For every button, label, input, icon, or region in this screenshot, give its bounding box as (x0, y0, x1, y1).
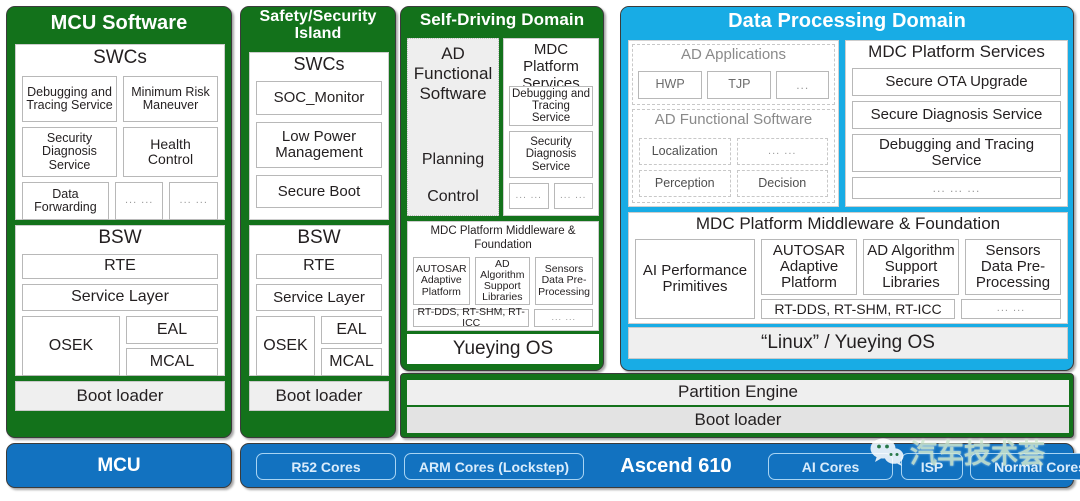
island-swc-box[interactable]: Secure Boot (256, 175, 382, 208)
island-rte-box[interactable]: RTE (256, 254, 382, 279)
island-mcal-box[interactable]: MCAL (321, 348, 382, 376)
dpd-middleware-box[interactable]: Sensors Data Pre-Processing (965, 239, 1061, 296)
sdd-middleware-title: MDC Platform Middleware & Foundation (430, 225, 576, 251)
dpd-adapp-box[interactable]: TJP (707, 71, 772, 99)
sdd-service-box[interactable]: Security Diagnosis Service (509, 131, 593, 178)
panel-mcu-software: MCU Software SWCs Debugging and Tracing … (6, 6, 232, 438)
island-swcs-group: SWCs SOC_Monitor Low Power Management Se… (249, 52, 389, 220)
bsw-osek-box[interactable]: OSEK (22, 316, 120, 376)
dpd-ad-applications-group: AD Applications HWP TJP ... (632, 44, 835, 105)
sdd-adfs-item[interactable]: Planning (408, 151, 498, 169)
dpd-middleware-group: MDC Platform Middleware & Foundation AI … (628, 212, 1068, 324)
swc-box[interactable]: Health Control (123, 127, 218, 177)
hw-chip-r52-cores[interactable]: R52 Cores (256, 453, 396, 480)
sdd-rt-placeholder[interactable]: ... ... (534, 309, 593, 327)
hw-chip-normal-cores[interactable]: Normal Cores (970, 453, 1080, 480)
island-service-layer-box[interactable]: Service Layer (256, 284, 382, 311)
dpd-adapps-title: AD Applications (680, 46, 787, 63)
dpd-rt-box[interactable]: RT-DDS, RT-SHM, RT-ICC (761, 299, 955, 319)
sdd-middleware-box[interactable]: AUTOSAR Adaptive Platform (413, 257, 470, 305)
dpd-service-box[interactable]: Secure OTA Upgrade (852, 68, 1061, 96)
mcu-bsw-group: BSW RTE Service Layer OSEK EAL MCAL (15, 225, 225, 376)
hardware-soc-label: Ascend 610 (620, 455, 732, 477)
panel-data-processing-domain: Data Processing Domain AD Applications H… (620, 6, 1074, 371)
dpd-adapp-box[interactable]: HWP (638, 71, 703, 99)
dpd-middleware-box[interactable]: AUTOSAR Adaptive Platform (761, 239, 857, 296)
sdd-service-placeholder[interactable]: ... ... (509, 183, 549, 209)
island-swc-box[interactable]: SOC_Monitor (256, 81, 382, 115)
sdd-mdc-platform-services-group: MDC Platform Services Debugging and Trac… (503, 38, 599, 216)
swc-box-placeholder[interactable]: ... ... (114, 182, 164, 220)
sdd-adfs-item[interactable]: Control (408, 188, 498, 206)
dpd-left-stack: AD Applications HWP TJP ... AD Functiona… (628, 40, 839, 207)
sdd-middleware-box[interactable]: AD Algorithm Support Libraries (474, 257, 531, 305)
bsw-service-layer-box[interactable]: Service Layer (22, 284, 218, 311)
swc-box[interactable]: Debugging and Tracing Service (22, 76, 117, 122)
dpd-adfs-box[interactable]: Localization (639, 138, 731, 165)
island-swcs-title: SWCs (293, 54, 345, 74)
island-bsw-title: BSW (297, 227, 341, 248)
dpd-adfs-box[interactable]: Perception (639, 170, 731, 197)
hardware-bar-mcu: MCU (6, 443, 232, 488)
dpd-ai-primitives-box[interactable]: AI Performance Primitives (635, 239, 755, 319)
mcu-swcs-title: SWCs (93, 47, 147, 68)
architecture-diagram: MCU Software SWCs Debugging and Tracing … (0, 0, 1080, 501)
sdd-ad-functional-software-group: AD Functional Software Planning Control (407, 38, 499, 216)
sdd-rt-box[interactable]: RT-DDS, RT-SHM, RT-ICC (413, 306, 530, 329)
safety-island-header: Safety/Security Island (241, 7, 395, 53)
panel-shared-bottom: Partition Engine Boot loader (400, 373, 1074, 438)
hw-chip-isp[interactable]: ISP (901, 453, 963, 480)
sdd-middleware-group: MDC Platform Middleware & Foundation AUT… (407, 221, 599, 331)
hardware-bar-soc: R52 Cores ARM Cores (Lockstep) Ascend 61… (240, 443, 1080, 488)
dpd-os-box[interactable]: “Linux” / Yueying OS (628, 327, 1068, 359)
sdd-mdcps-title: MDC Platform Services (522, 41, 580, 92)
panel-self-driving-domain: Self-Driving Domain AD Functional Softwa… (400, 6, 604, 371)
dpd-middleware-box[interactable]: AD Algorithm Support Libraries (863, 239, 959, 296)
data-processing-domain-header: Data Processing Domain (621, 7, 1073, 35)
partition-engine-box[interactable]: Partition Engine (407, 380, 1069, 405)
island-eal-box[interactable]: EAL (321, 316, 382, 344)
dpd-adapp-placeholder[interactable]: ... (776, 71, 830, 99)
bsw-mcal-box[interactable]: MCAL (126, 348, 218, 376)
swc-box[interactable]: Minimum Risk Maneuver (123, 76, 218, 122)
dpd-service-box[interactable]: Debugging and Tracing Service (852, 134, 1061, 172)
island-bsw-group: BSW RTE Service Layer OSEK EAL MCAL (249, 225, 389, 376)
island-osek-box[interactable]: OSEK (256, 316, 316, 376)
dpd-adfs-box[interactable]: Decision (736, 170, 828, 197)
self-driving-domain-header: Self-Driving Domain (401, 7, 603, 33)
panel-safety-security-island: Safety/Security Island SWCs SOC_Monitor … (240, 6, 396, 438)
dpd-adfs-title: AD Functional Software (654, 111, 813, 128)
dpd-middleware-title: MDC Platform Middleware & Foundation (695, 214, 1001, 233)
bsw-eal-box[interactable]: EAL (126, 316, 218, 344)
swc-box[interactable]: Data Forwarding (22, 182, 109, 220)
shared-boot-loader-box[interactable]: Boot loader (407, 407, 1069, 433)
mcu-swcs-group: SWCs Debugging and Tracing Service Minim… (15, 44, 225, 220)
sdd-service-box[interactable]: Debugging and Tracing Service (509, 86, 593, 126)
dpd-service-placeholder[interactable]: ... ... ... (852, 177, 1061, 199)
hw-chip-ai-cores[interactable]: AI Cores (768, 453, 893, 480)
sdd-adfs-title: AD Functional Software (413, 44, 493, 104)
bsw-rte-box[interactable]: RTE (22, 254, 218, 279)
dpd-adfs-placeholder[interactable]: ... ... (736, 138, 828, 165)
dpd-service-box[interactable]: Secure Diagnosis Service (852, 101, 1061, 129)
dpd-mdcps-title: MDC Platform Services (868, 42, 1045, 61)
sdd-service-placeholder[interactable]: ... ... (553, 183, 593, 209)
dpd-ad-functional-software-group: AD Functional Software Localization ... … (632, 109, 835, 203)
sdd-middleware-box[interactable]: Sensors Data Pre-Processing (535, 257, 593, 305)
mcu-bsw-title: BSW (98, 227, 142, 248)
island-boot-loader[interactable]: Boot loader (249, 381, 389, 411)
dpd-mdc-platform-services-group: MDC Platform Services Secure OTA Upgrade… (845, 40, 1068, 207)
mcu-boot-loader[interactable]: Boot loader (15, 381, 225, 411)
mcu-software-header: MCU Software (7, 7, 231, 39)
hw-chip-arm-cores-lockstep[interactable]: ARM Cores (Lockstep) (404, 453, 584, 480)
swc-box[interactable]: Security Diagnosis Service (22, 127, 117, 177)
dpd-rt-placeholder[interactable]: ... ... (961, 299, 1061, 319)
island-swc-box[interactable]: Low Power Management (256, 122, 382, 168)
swc-box-placeholder[interactable]: ... ... (169, 182, 218, 220)
hardware-mcu-label: MCU (97, 454, 141, 476)
sdd-os-box[interactable]: Yueying OS (407, 334, 599, 364)
